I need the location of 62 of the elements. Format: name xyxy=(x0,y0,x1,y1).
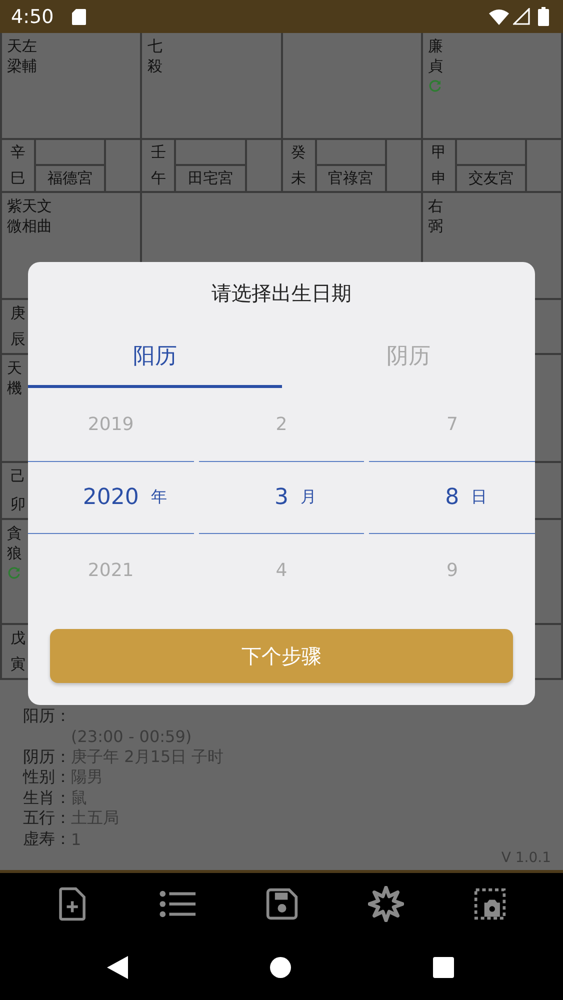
picker-option[interactable]: 9 xyxy=(369,534,536,608)
dialog-title: 请选择出生日期 xyxy=(210,280,352,306)
home-icon[interactable] xyxy=(270,957,291,978)
star-name: 機 xyxy=(7,378,22,398)
star-name: 梁輔 xyxy=(7,56,37,76)
picker-option[interactable]: 4 xyxy=(198,534,364,608)
calendar-tab[interactable]: 阳历 xyxy=(28,338,282,388)
info-label: 阳历： xyxy=(23,706,71,727)
calendar-tab[interactable]: 阴历 xyxy=(282,338,535,388)
earthly-branch: 卯 xyxy=(10,494,26,514)
info-label: 五行： xyxy=(23,808,71,830)
picker-option[interactable]: 2019 xyxy=(28,388,194,462)
star-name: 紫天文 xyxy=(7,196,52,216)
star-name: 微相曲 xyxy=(7,216,52,236)
sd-card-icon xyxy=(72,8,86,24)
heavenly-stem: 庚 xyxy=(10,304,26,323)
info-label: 阴历： xyxy=(23,746,71,768)
star-name: 貪 xyxy=(7,523,22,543)
heavenly-stem: 辛 xyxy=(10,143,26,162)
earthly-branch: 寅 xyxy=(10,655,26,674)
signal-icon xyxy=(513,8,530,25)
star-name: 天 xyxy=(7,358,22,378)
wifi-icon xyxy=(489,8,509,24)
back-icon[interactable] xyxy=(107,956,128,979)
earthly-branch: 巳 xyxy=(10,168,26,188)
info-label: 生肖： xyxy=(23,788,71,809)
palace-name: 福德宮 xyxy=(48,168,93,188)
star-name: 殺 xyxy=(147,56,162,76)
heavenly-stem: 癸 xyxy=(291,143,306,162)
star-name: 七 xyxy=(147,36,162,56)
list-icon[interactable] xyxy=(158,889,197,919)
star-name: 天左 xyxy=(7,36,37,56)
picker-option[interactable]: 2020 年 xyxy=(28,461,194,534)
picker-option[interactable]: 8 日 xyxy=(369,461,536,534)
star-name: 狼 xyxy=(7,543,22,563)
info-label: 性别： xyxy=(23,767,71,788)
clock: 4:50 xyxy=(11,6,54,28)
info-label: 虚寿： xyxy=(23,828,71,850)
next-step-button[interactable]: 下个步骤 xyxy=(50,629,513,683)
earthly-branch: 申 xyxy=(431,168,446,188)
heavenly-stem: 甲 xyxy=(431,143,446,162)
picker-option[interactable]: 7 xyxy=(369,388,536,462)
earthly-branch: 午 xyxy=(150,168,166,188)
screenshot-camera-icon[interactable] xyxy=(472,887,507,921)
picker-option[interactable]: 2021 xyxy=(28,534,194,608)
picker-option[interactable]: 3 月 xyxy=(198,461,364,534)
star-name: 右 xyxy=(428,196,443,216)
save-icon[interactable] xyxy=(265,887,300,921)
battery-icon xyxy=(538,7,549,26)
palace-name: 田宅宮 xyxy=(188,168,233,188)
palace-name: 交友宮 xyxy=(468,168,514,188)
picker-option[interactable]: 2 xyxy=(198,388,364,462)
star-name: 貞 xyxy=(428,56,443,76)
heavenly-stem: 己 xyxy=(10,467,26,486)
earthly-branch: 未 xyxy=(291,168,306,188)
palace-name: 官祿宮 xyxy=(328,168,374,188)
star-name: 弼 xyxy=(428,216,443,236)
earthly-branch: 辰 xyxy=(10,330,26,350)
star-icon[interactable] xyxy=(368,886,404,922)
heavenly-stem: 戊 xyxy=(10,628,26,648)
star-name: 廉 xyxy=(428,36,443,56)
heavenly-stem: 壬 xyxy=(150,143,166,162)
